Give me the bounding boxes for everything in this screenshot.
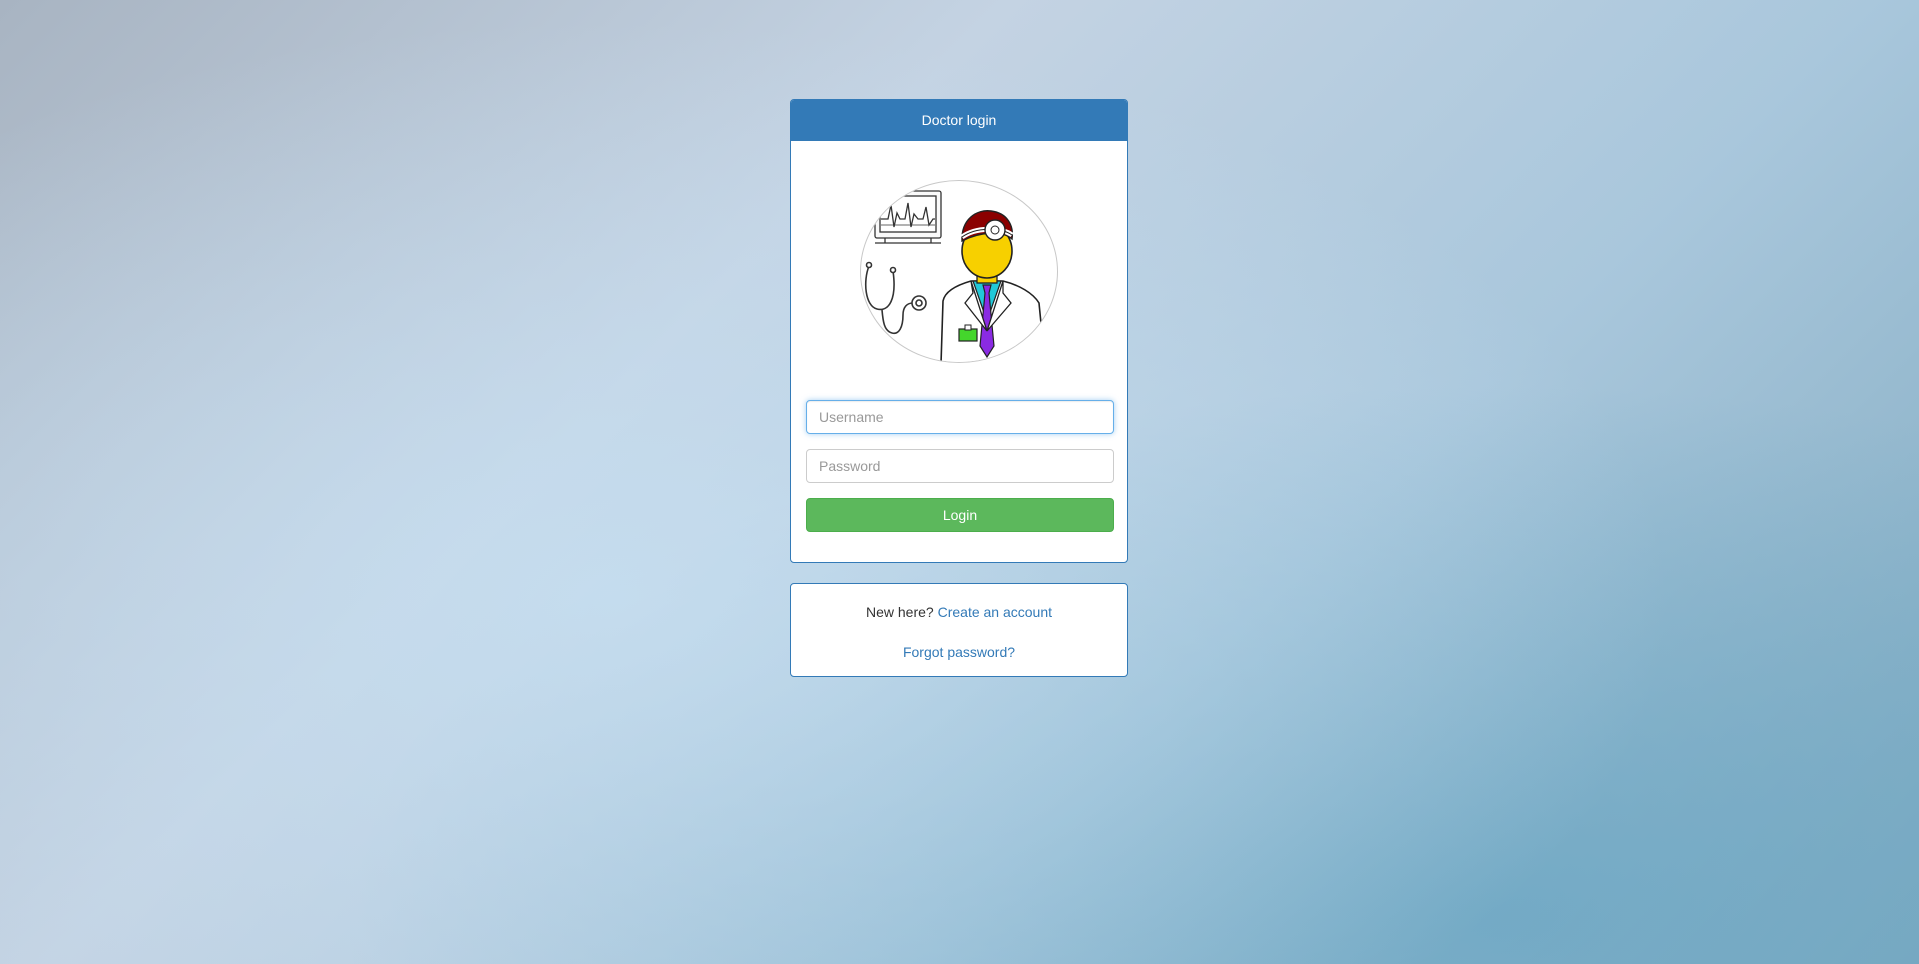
create-account-link[interactable]: Create an account bbox=[938, 604, 1052, 620]
stethoscope-icon bbox=[864, 261, 927, 335]
doctor-avatar-icon bbox=[860, 180, 1058, 363]
password-input[interactable] bbox=[806, 449, 1114, 483]
forgot-password-row: Forgot password? bbox=[791, 642, 1127, 662]
doctor-figure-icon bbox=[940, 210, 1046, 362]
new-here-text: New here? bbox=[866, 604, 934, 620]
forgot-password-link[interactable]: Forgot password? bbox=[903, 644, 1015, 660]
username-input[interactable] bbox=[806, 400, 1114, 434]
new-account-row: New here? Create an account bbox=[791, 602, 1127, 622]
panel-title: Doctor login bbox=[791, 100, 1127, 141]
account-links-panel: New here? Create an account Forgot passw… bbox=[790, 583, 1128, 677]
login-panel: Doctor login Username Login bbox=[790, 99, 1128, 563]
heart-monitor-icon bbox=[874, 190, 942, 244]
login-button[interactable]: Login bbox=[806, 498, 1114, 532]
